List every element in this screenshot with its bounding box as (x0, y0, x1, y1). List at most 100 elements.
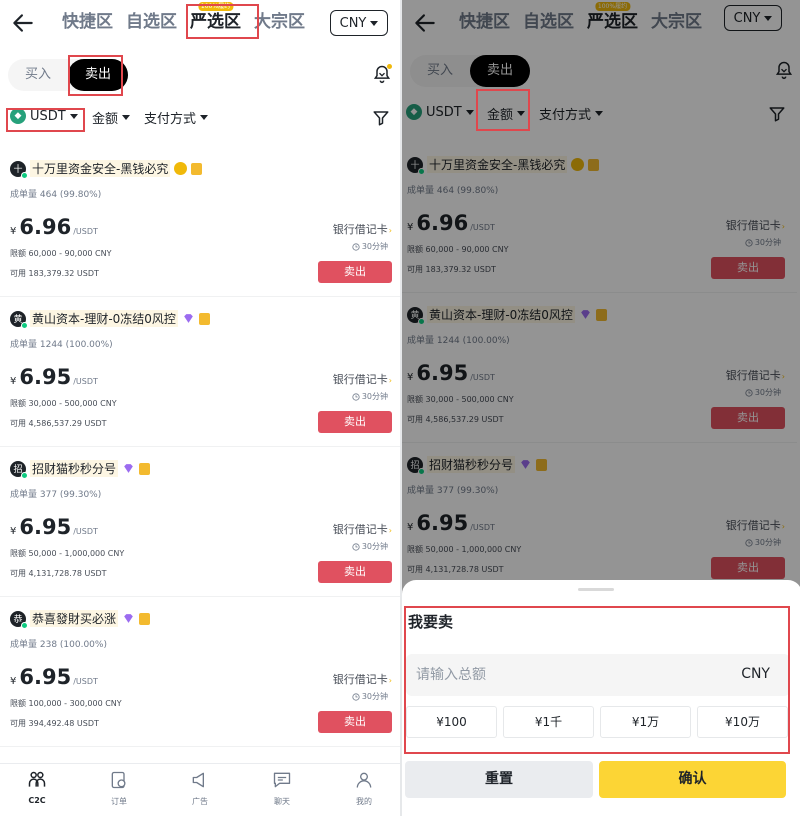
price: 6.95 (19, 665, 72, 689)
price-unit: /USDT (73, 677, 98, 686)
sell-button[interactable]: 卖出 (318, 261, 392, 283)
listing-card-content: 招 招财猫秒秒分号 成单量 377 (99.30%) ¥6.95/USDT 限额… (0, 447, 400, 597)
payment-time: 30分钟 (352, 691, 388, 702)
available-text: 可用 4,131,728.78 USDT (10, 569, 107, 578)
tab-express-zone[interactable]: 快捷区 (62, 9, 113, 35)
payment-method: 银行借记卡› (333, 371, 392, 387)
price-row: ¥6.95/USDT (10, 665, 98, 689)
order-count: 成单量 238 (100.00%) (10, 640, 107, 650)
limit-text: 限额 30,000 - 500,000 CNY (10, 399, 117, 408)
merchant-name: 黄山资本-理财-0冻结0风控 (30, 310, 178, 327)
tab-c2c[interactable]: C2C (7, 770, 67, 805)
merchant-row[interactable]: 招 招财猫秒秒分号 (10, 460, 151, 479)
diamond-badge-icon (124, 464, 133, 473)
payment-time-label: 30分钟 (361, 392, 388, 401)
currency-select[interactable]: CNY (330, 10, 388, 36)
listing-card: 恭 恭喜發財买必涨 成单量 238 (100.00%) ¥6.95/USDT 限… (0, 597, 400, 747)
reset-button[interactable]: 重置 (405, 761, 593, 798)
shield-badge-icon (191, 162, 203, 175)
merchant-row[interactable]: 十 十万里资金安全-黑钱必究 (10, 160, 203, 179)
listing-card-content: 黄 黄山资本-理财-0冻结0风控 成单量 1244 (100.00%) ¥6.9… (0, 297, 400, 447)
tab-orders[interactable]: 订单 (89, 770, 149, 807)
buy-toggle-button[interactable]: 买入 (8, 59, 68, 91)
payment-time-label: 30分钟 (361, 242, 388, 251)
listing-card: 黄 黄山资本-理财-0冻结0风控 成单量 1244 (100.00%) ¥6.9… (0, 297, 400, 447)
merchant-name: 招财猫秒秒分号 (30, 460, 119, 477)
online-dot (21, 171, 28, 179)
order-count: 成单量 377 (99.30%) (10, 490, 102, 500)
sell-button[interactable]: 卖出 (318, 411, 392, 433)
left-screen: 快捷区 自选区 严选区 100%履约 大宗区 CNY 买入 卖出 ◆ USDT 金额… (0, 0, 400, 816)
currency-symbol: ¥ (10, 526, 17, 537)
merchant-row[interactable]: 恭 恭喜發財买必涨 (10, 610, 151, 629)
limit-text: 限额 50,000 - 1,000,000 CNY (10, 549, 125, 558)
payment-method: 银行借记卡› (333, 521, 392, 537)
price-unit: /USDT (73, 527, 98, 536)
filter-funnel-icon[interactable] (372, 109, 390, 127)
listing-card: 十 十万里资金安全-黑钱必究 成单量 464 (99.80%) ¥6.96/US… (0, 147, 400, 297)
currency-symbol: ¥ (10, 226, 17, 237)
tab-chat[interactable]: 聊天 (252, 770, 312, 807)
chevron-down-icon (200, 115, 209, 120)
merchant-row[interactable]: 黄 黄山资本-理财-0冻结0风控 (10, 310, 210, 329)
shield-badge-icon (139, 612, 151, 625)
merchant-name: 十万里资金安全-黑钱必究 (30, 160, 171, 177)
user-icon (356, 772, 372, 788)
chevron-down-icon (370, 20, 379, 26)
people-icon (28, 771, 46, 787)
currency-select-label: CNY (339, 15, 367, 31)
online-dot (21, 321, 28, 329)
listing-card-content: 十 十万里资金安全-黑钱必究 成单量 464 (99.80%) ¥6.96/US… (0, 147, 400, 297)
clock-icon (352, 242, 360, 251)
price-unit: /USDT (73, 377, 98, 386)
online-dot (21, 621, 28, 629)
available-text: 可用 394,492.48 USDT (10, 719, 99, 728)
payment-method-label: 银行借记卡 (332, 373, 388, 386)
chevron-right-icon: › (388, 526, 392, 535)
notification-dot (387, 64, 392, 69)
sell-button[interactable]: 卖出 (318, 711, 392, 733)
clock-icon (352, 542, 360, 551)
price: 6.96 (19, 215, 72, 239)
sell-button[interactable]: 卖出 (318, 561, 392, 583)
chevron-down-icon (122, 115, 131, 120)
tab-chat-label: 聊天 (274, 797, 290, 806)
highlight-box (404, 606, 790, 754)
limit-text: 限额 100,000 - 300,000 CNY (10, 699, 122, 708)
payment-method-label: 银行借记卡 (332, 223, 388, 236)
listing-card-content: 恭 恭喜發財买必涨 成单量 238 (100.00%) ¥6.95/USDT 限… (0, 597, 400, 747)
tab-c2c-label: C2C (28, 796, 46, 805)
clock-icon (352, 692, 360, 701)
drag-handle[interactable] (578, 588, 614, 591)
amount-filter[interactable]: 金额 (92, 108, 131, 127)
back-arrow-icon[interactable] (10, 10, 36, 36)
price-row: ¥6.95/USDT (10, 515, 98, 539)
bottom-tab-bar: C2C 订单 广告 聊天 我的 (0, 763, 400, 816)
highlight-box (68, 55, 123, 96)
confirm-button[interactable]: 确认 (599, 761, 786, 798)
payment-time-label: 30分钟 (361, 692, 388, 701)
payment-method-label: 银行借记卡 (332, 673, 388, 686)
highlight-box (186, 4, 259, 39)
payment-time-label: 30分钟 (361, 542, 388, 551)
avatar: 招 (10, 460, 28, 479)
limit-text: 限额 60,000 - 90,000 CNY (10, 249, 112, 258)
tab-ads[interactable]: 广告 (170, 770, 230, 807)
available-text: 可用 4,586,537.29 USDT (10, 419, 107, 428)
diamond-badge-icon (124, 614, 133, 623)
tab-profile[interactable]: 我的 (334, 770, 394, 807)
highlight-box (476, 89, 530, 131)
payment-filter[interactable]: 支付方式 (144, 108, 209, 127)
price-row: ¥6.96/USDT (10, 215, 98, 239)
online-dot (21, 471, 28, 479)
order-count: 成单量 1244 (100.00%) (10, 340, 113, 350)
price: 6.95 (19, 515, 72, 539)
tab-selected-zone[interactable]: 自选区 (126, 9, 177, 35)
orders-icon (111, 771, 126, 789)
tab-ads-label: 广告 (192, 797, 208, 806)
chevron-right-icon: › (388, 676, 392, 685)
currency-symbol: ¥ (10, 676, 17, 687)
tab-bulk-zone[interactable]: 大宗区 (254, 9, 305, 35)
avatar: 黄 (10, 310, 28, 329)
price-unit: /USDT (73, 227, 98, 236)
